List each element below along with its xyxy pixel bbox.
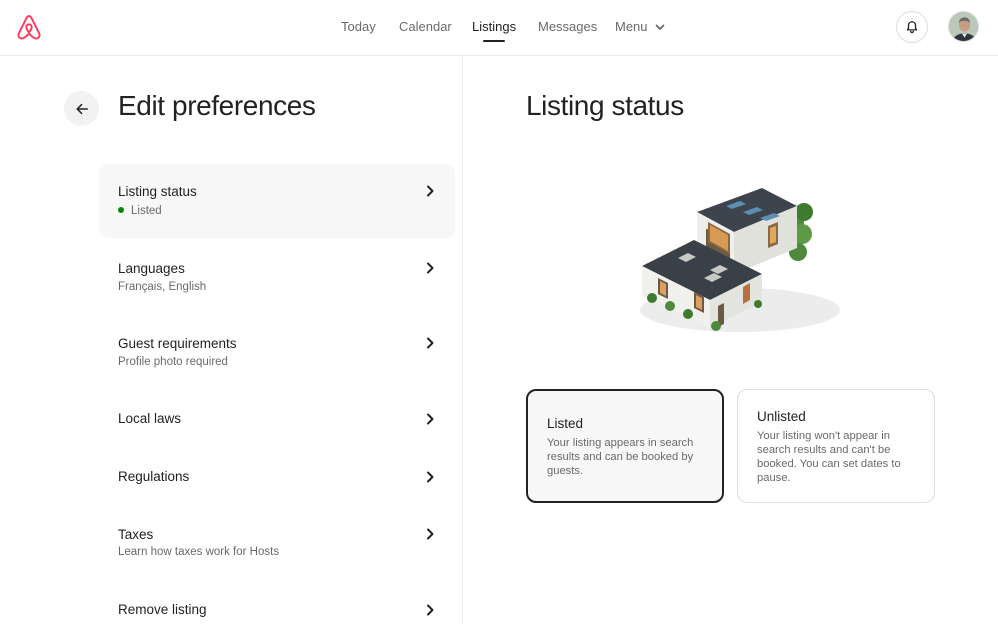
arrow-left-icon bbox=[75, 103, 88, 114]
chevron-right-icon bbox=[427, 185, 434, 197]
option-title: Listed bbox=[547, 416, 584, 431]
pref-item-languages[interactable]: Languages Français, English bbox=[99, 250, 455, 306]
pref-item-label: Guest requirements bbox=[118, 336, 237, 351]
nav-listings[interactable]: Listings bbox=[472, 19, 517, 42]
pref-item-subtitle: Learn how taxes work for Hosts bbox=[118, 546, 280, 558]
chevron-right-icon bbox=[427, 528, 434, 540]
bell-icon bbox=[906, 21, 918, 34]
option-card-unlisted[interactable]: Unlisted Your listing won't appear in se… bbox=[737, 389, 935, 503]
nav-menu[interactable]: Menu bbox=[615, 19, 666, 34]
pref-item-subtitle: Listed bbox=[118, 205, 162, 217]
option-card-listed[interactable]: Listed Your listing appears in search re… bbox=[526, 389, 724, 503]
nav-today[interactable]: Today bbox=[341, 19, 376, 34]
chevron-right-icon bbox=[427, 471, 434, 483]
listing-status-title: Listing status bbox=[526, 90, 684, 121]
chevron-down-icon bbox=[655, 24, 664, 30]
page-title: Edit preferences bbox=[118, 90, 316, 121]
option-description: Your listing appears in search results a… bbox=[547, 437, 694, 477]
pref-item-subtitle: Français, English bbox=[118, 281, 207, 293]
option-description: Your listing won't appear in search resu… bbox=[757, 430, 901, 484]
panel-divider bbox=[462, 56, 463, 624]
option-title: Unlisted bbox=[757, 409, 806, 424]
pref-item-label: Listing status bbox=[118, 184, 197, 199]
chevron-right-icon bbox=[427, 604, 434, 616]
chevron-right-icon bbox=[427, 413, 434, 425]
avatar[interactable] bbox=[948, 11, 979, 42]
pref-item-subtitle: Profile photo required bbox=[118, 356, 228, 368]
nav-messages[interactable]: Messages bbox=[538, 19, 597, 34]
pref-item-label: Regulations bbox=[118, 469, 190, 484]
pref-item-label: Remove listing bbox=[118, 602, 207, 617]
airbnb-logo-icon[interactable] bbox=[15, 13, 43, 41]
house-illustration bbox=[640, 188, 840, 332]
pref-item-label: Taxes bbox=[118, 527, 154, 542]
pref-item-label: Languages bbox=[118, 261, 185, 276]
pref-item-label: Local laws bbox=[118, 411, 182, 426]
pref-item-taxes[interactable]: Taxes Learn how taxes work for Hosts bbox=[99, 516, 455, 572]
pref-item-guest-requirements[interactable]: Guest requirements Profile photo require… bbox=[99, 325, 455, 381]
chevron-right-icon bbox=[427, 262, 434, 274]
top-navigation-bar: Today Calendar Listings Messages Menu bbox=[0, 0, 998, 56]
status-dot-icon bbox=[118, 207, 124, 213]
active-nav-indicator bbox=[483, 40, 506, 42]
nav-menu-label: Menu bbox=[615, 19, 648, 34]
pref-item-listing-status[interactable]: Listing status Listed bbox=[99, 164, 455, 238]
pref-item-regulations[interactable]: Regulations bbox=[99, 458, 455, 496]
pref-item-local-laws[interactable]: Local laws bbox=[99, 400, 455, 438]
chevron-right-icon bbox=[427, 337, 434, 349]
notifications-button[interactable] bbox=[896, 11, 928, 43]
nav-listings-label: Listings bbox=[472, 19, 517, 34]
pref-item-remove-listing[interactable]: Remove listing bbox=[99, 592, 455, 624]
profile-photo bbox=[949, 12, 978, 41]
nav-calendar[interactable]: Calendar bbox=[399, 19, 452, 34]
status-text: Listed bbox=[131, 205, 162, 217]
back-button[interactable] bbox=[64, 91, 99, 126]
